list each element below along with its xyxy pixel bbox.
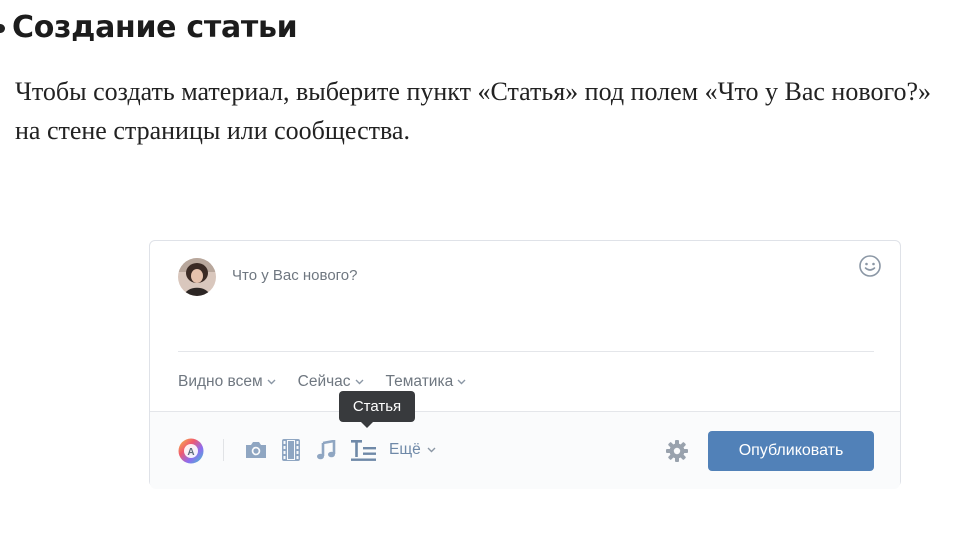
- post-input[interactable]: Что у Вас нового?: [232, 266, 832, 286]
- camera-icon[interactable]: [244, 440, 268, 465]
- video-icon[interactable]: [282, 439, 300, 466]
- smile-icon[interactable]: [858, 254, 882, 278]
- composer-toolbar: A Ещё Опубликовать: [150, 411, 900, 489]
- chevron-down-icon: [427, 447, 436, 453]
- page-title: Создание статьи: [12, 10, 298, 45]
- time-label: Сейчас: [297, 373, 351, 390]
- visibility-label: Видно всем: [178, 373, 263, 390]
- topic-label: Тематика: [385, 373, 454, 390]
- color-theme-icon[interactable]: A: [178, 438, 204, 469]
- article-icon[interactable]: [351, 439, 377, 466]
- post-options: Видно всем Сейчас Тематика: [178, 373, 466, 391]
- avatar[interactable]: [178, 258, 216, 296]
- visibility-dropdown[interactable]: Видно всем: [178, 373, 276, 391]
- toolbar-separator: [223, 439, 224, 461]
- chevron-down-icon: [355, 379, 364, 385]
- more-label: Ещё: [389, 441, 421, 458]
- music-icon[interactable]: [316, 439, 336, 465]
- more-button[interactable]: Ещё: [389, 441, 436, 459]
- settings-gear-icon[interactable]: [665, 439, 689, 463]
- time-dropdown[interactable]: Сейчас: [298, 373, 364, 391]
- chevron-down-icon: [457, 379, 466, 385]
- heading-bullet: [0, 24, 5, 33]
- divider: [178, 351, 874, 352]
- svg-text:A: A: [187, 447, 194, 458]
- publish-button[interactable]: Опубликовать: [708, 431, 874, 471]
- article-tooltip: Статья: [339, 391, 415, 422]
- post-composer: Что у Вас нового? Видно всем Сейчас Тема…: [149, 240, 901, 489]
- tooltip-arrow: [361, 422, 373, 428]
- chevron-down-icon: [267, 379, 276, 385]
- topic-dropdown[interactable]: Тематика: [386, 373, 467, 391]
- intro-paragraph: Чтобы создать материал, выберите пункт «…: [15, 77, 932, 145]
